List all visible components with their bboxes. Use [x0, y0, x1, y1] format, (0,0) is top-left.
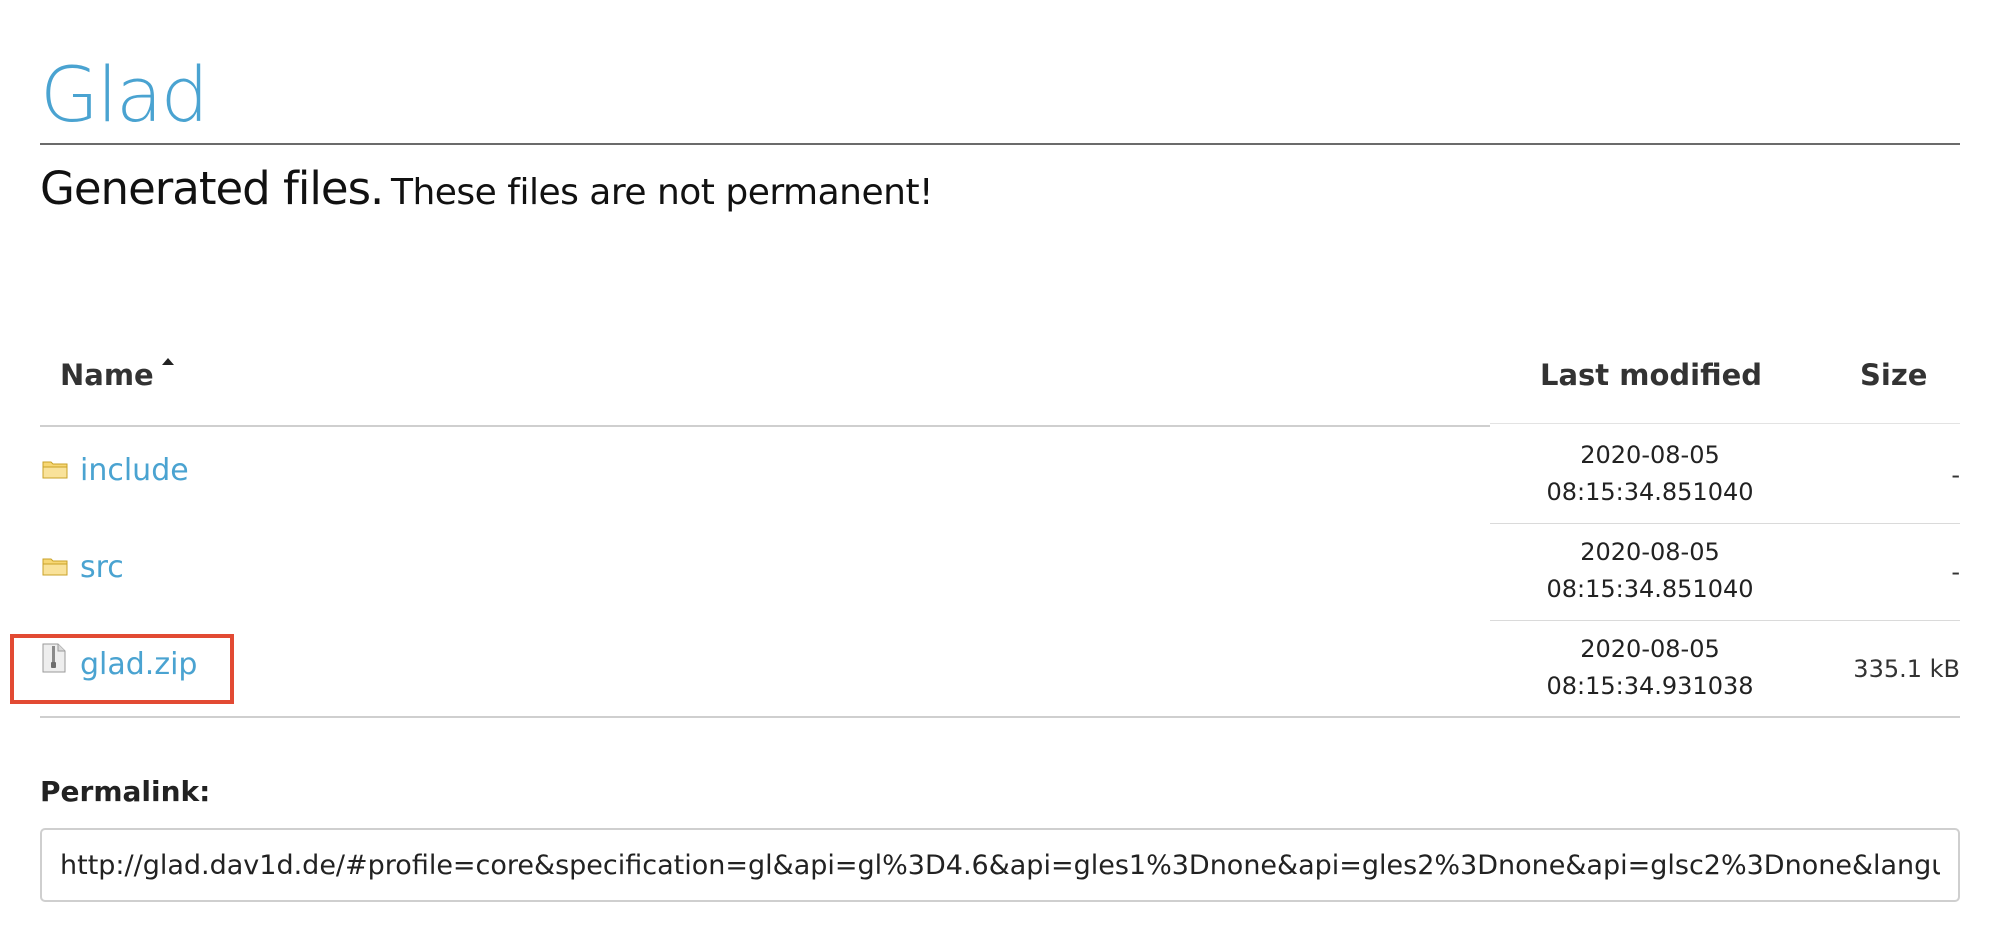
modified-date: 2020-08-05: [1580, 538, 1720, 566]
size-cell: 335.1 kB: [1853, 655, 1960, 683]
size-cell: -: [1951, 461, 1960, 489]
column-header-last-modified[interactable]: Last modified: [1540, 358, 1762, 392]
files-table: Name Last modified Size include 2020-08-…: [10, 340, 1960, 718]
permalink-field[interactable]: [40, 828, 1960, 902]
folder-icon: [42, 461, 68, 479]
modified-date: 2020-08-05: [1580, 635, 1720, 663]
modified-time: 08:15:34.851040: [1546, 575, 1754, 603]
file-link-glad-zip[interactable]: glad.zip: [80, 647, 197, 682]
table-header: Name Last modified Size: [40, 340, 1960, 427]
folder-icon: [42, 558, 68, 576]
last-modified-cell: 2020-08-05 08:15:34.851040: [1490, 427, 1810, 524]
title-divider: [40, 143, 1960, 145]
zip-file-icon: [42, 643, 66, 673]
name-cell: glad.zip: [10, 621, 1490, 718]
last-modified-cell: 2020-08-05 08:15:34.851040: [1490, 524, 1810, 621]
modified-time: 08:15:34.931038: [1546, 672, 1754, 700]
file-link-include[interactable]: include: [80, 453, 189, 488]
name-cell: src: [40, 524, 1490, 621]
page-subheading: Generated files. These files are not per…: [40, 162, 933, 215]
name-cell: include: [40, 427, 1490, 524]
header-divider: [1490, 423, 1960, 424]
modified-date: 2020-08-05: [1580, 441, 1720, 469]
table-row: glad.zip 2020-08-05 08:15:34.931038 335.…: [10, 621, 1960, 718]
subheading-main: Generated files.: [40, 162, 384, 215]
column-header-name-label: Name: [60, 358, 154, 392]
sort-ascending-icon: [161, 358, 174, 365]
file-link-src[interactable]: src: [80, 550, 124, 585]
column-header-size[interactable]: Size: [1860, 358, 1927, 392]
table-bottom-divider: [40, 716, 1960, 718]
table-row: include 2020-08-05 08:15:34.851040 -: [40, 427, 1960, 524]
page-title: Glad: [40, 50, 209, 139]
last-modified-cell: 2020-08-05 08:15:34.931038: [1490, 621, 1810, 718]
column-header-name[interactable]: Name: [60, 358, 174, 392]
permalink-label: Permalink:: [40, 775, 211, 808]
modified-time: 08:15:34.851040: [1546, 478, 1754, 506]
size-cell: -: [1951, 558, 1960, 586]
subheading-note: These files are not permanent!: [390, 172, 934, 213]
table-row: src 2020-08-05 08:15:34.851040 -: [40, 524, 1960, 621]
